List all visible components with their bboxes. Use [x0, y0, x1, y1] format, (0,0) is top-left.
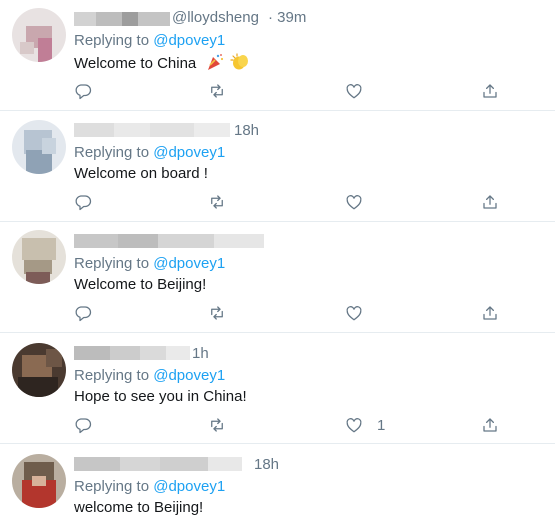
reply-tweet[interactable]: 18h Replying to @dpovey1 Welcome on boar…	[0, 111, 555, 222]
tweet-text: Hope to see you in China!	[74, 388, 247, 405]
retweet-icon	[211, 84, 223, 98]
replying-to: Replying to @dpovey1	[74, 255, 225, 272]
reply-button[interactable]	[74, 413, 92, 437]
replying-to-label: Replying to	[74, 255, 150, 272]
like-button[interactable]: 1	[345, 413, 385, 437]
avatar[interactable]	[12, 120, 66, 174]
reply-button[interactable]	[74, 190, 92, 214]
mention-link[interactable]: @dpovey1	[153, 367, 225, 384]
reply-icon	[75, 195, 92, 211]
tweet-actions	[0, 301, 555, 325]
party-popper-icon	[206, 53, 224, 75]
retweet-icon	[211, 195, 223, 209]
share-button[interactable]	[481, 413, 499, 437]
reply-button[interactable]	[74, 79, 92, 103]
replying-to-label: Replying to	[74, 144, 150, 161]
reply-tweet[interactable]: 18h Replying to @dpovey1 welcome to Beij…	[0, 444, 555, 521]
timestamp[interactable]: 18h	[234, 122, 259, 139]
reply-icon	[75, 306, 92, 322]
reply-tweet[interactable]: 1h Replying to @dpovey1 Hope to see you …	[0, 333, 555, 444]
display-name-blurred[interactable]	[74, 123, 230, 137]
share-icon	[483, 418, 497, 432]
replying-to-label: Replying to	[74, 478, 150, 495]
avatar[interactable]	[12, 8, 66, 62]
retweet-icon	[211, 418, 223, 432]
retweet-button[interactable]	[208, 79, 226, 103]
display-name-blurred[interactable]	[74, 457, 242, 471]
reply-tweet[interactable]: Replying to @dpovey1 Welcome to Beijing!	[0, 222, 555, 333]
clapping-hands-icon	[230, 53, 250, 75]
like-button[interactable]	[345, 190, 377, 214]
share-button[interactable]	[481, 79, 499, 103]
share-icon	[483, 306, 497, 320]
tweet-text: welcome to Beijing!	[74, 499, 204, 516]
display-name-blurred[interactable]	[74, 12, 170, 26]
tweet-text: Welcome on board !	[74, 165, 208, 182]
reply-icon	[75, 418, 92, 434]
like-button[interactable]	[345, 301, 377, 325]
replying-to: Replying to @dpovey1	[74, 478, 225, 495]
like-icon	[346, 418, 362, 433]
tweet-text: Welcome to Beijing!	[74, 276, 207, 293]
reply-tweet[interactable]: @lloydsheng · 39m Replying to @dpovey1 W…	[0, 0, 555, 111]
retweet-button[interactable]	[208, 413, 226, 437]
like-icon	[346, 195, 362, 210]
tweet-actions	[0, 79, 555, 103]
like-button[interactable]	[345, 79, 377, 103]
share-button[interactable]	[481, 301, 499, 325]
retweet-button[interactable]	[208, 190, 226, 214]
reply-icon	[75, 84, 92, 100]
display-name-blurred[interactable]	[74, 234, 264, 248]
tweet-actions	[0, 190, 555, 214]
retweet-icon	[211, 306, 223, 320]
replying-to: Replying to @dpovey1	[74, 367, 225, 384]
mention-link[interactable]: @dpovey1	[153, 144, 225, 161]
like-icon	[346, 306, 362, 321]
tweet-actions: 1	[0, 413, 555, 437]
timestamp[interactable]: 1h	[192, 345, 209, 362]
avatar[interactable]	[12, 454, 66, 508]
mention-link[interactable]: @dpovey1	[153, 255, 225, 272]
timestamp[interactable]: · 39m	[268, 9, 306, 26]
display-name-blurred[interactable]	[74, 346, 190, 360]
like-count: 1	[377, 416, 386, 434]
replying-to: Replying to @dpovey1	[74, 144, 225, 161]
retweet-button[interactable]	[208, 301, 226, 325]
avatar[interactable]	[12, 230, 66, 284]
mention-link[interactable]: @dpovey1	[153, 32, 225, 49]
share-icon	[483, 84, 497, 98]
share-button[interactable]	[481, 190, 499, 214]
replying-to-label: Replying to	[74, 367, 150, 384]
tweet-text-content: Welcome to China	[74, 54, 197, 72]
tweet-text: Welcome to China	[74, 53, 250, 75]
reply-button[interactable]	[74, 301, 92, 325]
timestamp[interactable]: 18h	[254, 456, 279, 473]
avatar[interactable]	[12, 343, 66, 397]
mention-link[interactable]: @dpovey1	[153, 478, 225, 495]
share-icon	[483, 195, 497, 209]
replying-to: Replying to @dpovey1	[74, 32, 225, 49]
user-handle[interactable]: @lloydsheng	[172, 9, 259, 26]
replying-to-label: Replying to	[74, 32, 150, 49]
like-icon	[346, 84, 362, 99]
